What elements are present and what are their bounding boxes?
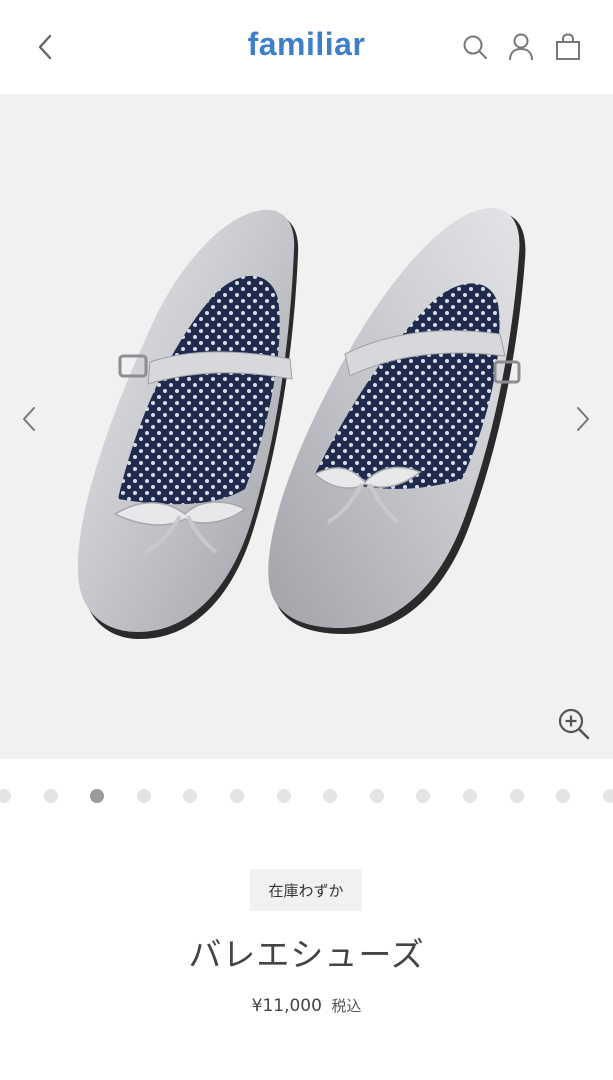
slide-dot[interactable]: [90, 789, 105, 803]
header: familiar: [0, 0, 613, 94]
slide-dot[interactable]: [136, 789, 151, 803]
shopping-bag-icon: [556, 33, 580, 60]
previous-image-button[interactable]: [14, 399, 44, 439]
slide-dot[interactable]: [43, 789, 58, 803]
slide-dot[interactable]: [416, 789, 431, 803]
slide-dot[interactable]: [323, 789, 338, 803]
search-icon: [463, 35, 487, 59]
chevron-right-icon: [577, 407, 589, 431]
stock-status-badge: 在庫わずか: [250, 869, 362, 911]
product-image-gallery[interactable]: [0, 94, 613, 759]
slide-indicator: [0, 787, 613, 805]
zoom-button[interactable]: [556, 706, 592, 742]
slide-dot[interactable]: [0, 789, 11, 803]
product-image: [77, 208, 526, 639]
product-name: バレエシューズ: [188, 935, 425, 974]
slide-dot[interactable]: [230, 789, 244, 803]
cart-button[interactable]: [552, 31, 584, 63]
slide-dot[interactable]: [183, 789, 198, 803]
price-value: ¥11,000: [251, 996, 322, 1016]
slide-dot[interactable]: [463, 789, 477, 803]
chevron-left-icon: [23, 407, 35, 431]
slide-dot[interactable]: [556, 789, 571, 803]
slide-dot[interactable]: [602, 789, 613, 803]
product-price: ¥11,000 税込: [0, 995, 613, 1016]
tax-label: 税込: [331, 997, 362, 1015]
slide-dot[interactable]: [369, 789, 384, 803]
slide-dot[interactable]: [276, 789, 291, 803]
user-icon: [509, 33, 533, 61]
next-image-button[interactable]: [568, 399, 598, 439]
zoom-in-icon: [558, 708, 590, 740]
account-button[interactable]: [505, 31, 537, 63]
search-button[interactable]: [459, 31, 491, 63]
slide-dot[interactable]: [509, 789, 524, 803]
